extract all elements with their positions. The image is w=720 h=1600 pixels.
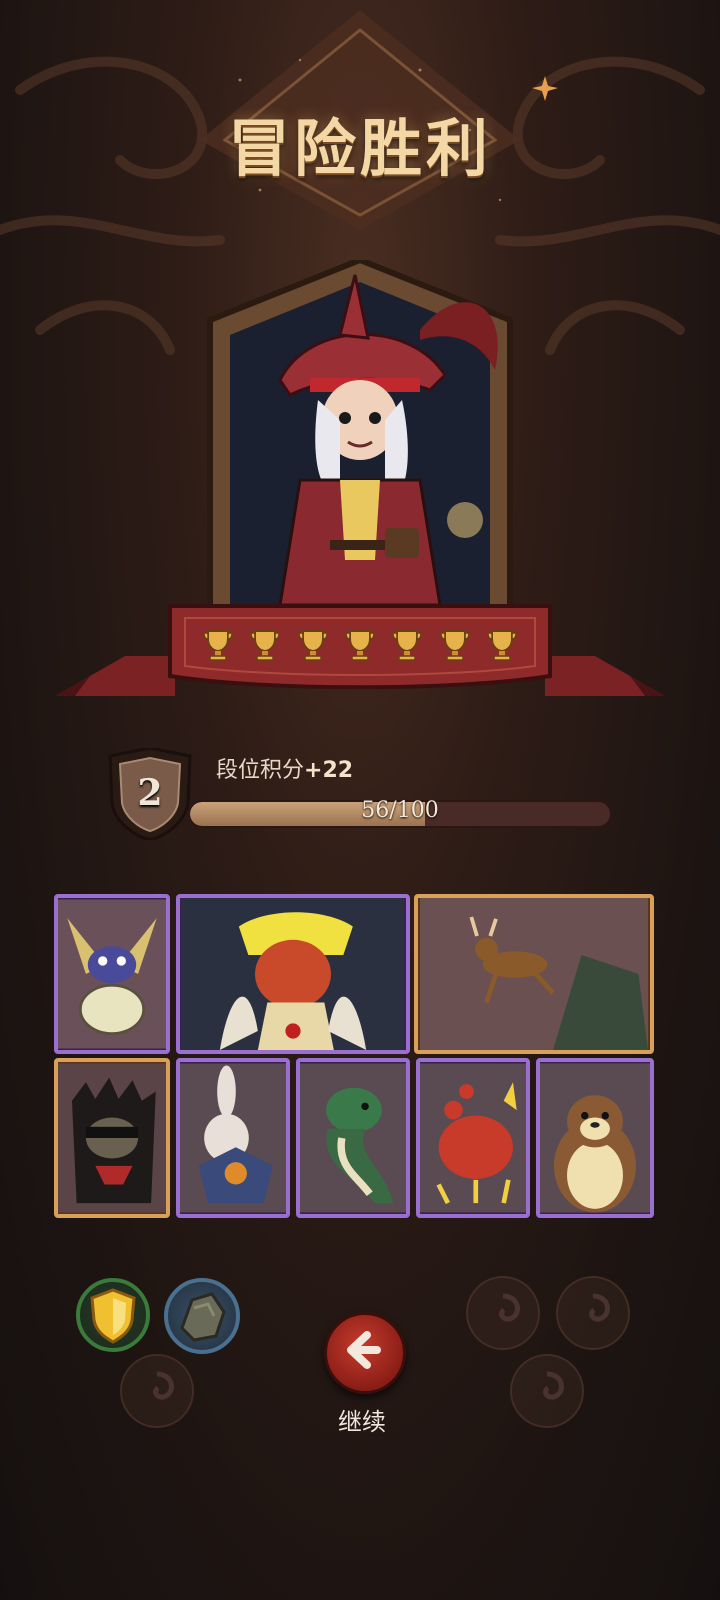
crab-icon — [420, 1063, 526, 1213]
empty-relic-slot-icon — [589, 1293, 610, 1322]
empty-relic-slot-icon — [499, 1293, 520, 1322]
arrow-left-icon — [347, 1331, 381, 1369]
continue-button[interactable] — [324, 1312, 406, 1394]
empty-relic-slot — [466, 1276, 540, 1350]
otter-card[interactable] — [536, 1058, 654, 1218]
trophy-icon — [439, 630, 470, 661]
scarecrow-rabbit-icon — [180, 1063, 286, 1213]
scarecrow-rabbit-card[interactable] — [176, 1058, 290, 1218]
stone-relic-icon — [180, 1292, 226, 1342]
trophy-row — [200, 624, 520, 666]
trophy-icon — [297, 630, 328, 661]
beetle-bug-icon — [58, 899, 166, 1049]
empty-relic-slot-icon — [153, 1371, 174, 1400]
trophy-icon — [345, 630, 375, 661]
hedgehog-bandit-icon — [58, 1063, 166, 1213]
empty-relic-slot-icon — [543, 1371, 564, 1400]
continue-label: 继续 — [338, 1408, 386, 1436]
empty-relic-slot — [510, 1354, 584, 1428]
snake-card[interactable] — [296, 1058, 410, 1218]
stone-relic[interactable] — [164, 1278, 240, 1354]
empty-relic-slot — [556, 1276, 630, 1350]
dragon-king-card[interactable] — [176, 894, 410, 1054]
rank-level: 2 — [137, 772, 163, 814]
snake-icon — [300, 1063, 406, 1213]
crab-card[interactable] — [416, 1058, 530, 1218]
pirate-hero-portrait — [207, 260, 513, 613]
dragon-king-icon — [181, 898, 405, 1050]
trophy-icon — [250, 630, 281, 661]
trophy-icon — [487, 630, 517, 661]
beetle-bug-card[interactable] — [54, 894, 170, 1054]
empty-relic-slot — [120, 1354, 194, 1428]
rank-points-label: 段位积分+22 — [216, 758, 354, 783]
deer-leap-icon — [420, 898, 648, 1050]
hedgehog-bandit-card[interactable] — [54, 1058, 170, 1218]
victory-title: 冒险胜利 — [227, 112, 492, 185]
gold-shield-relic[interactable] — [76, 1278, 150, 1352]
trophy-icon — [392, 630, 423, 661]
deer-leap-card[interactable] — [414, 894, 654, 1054]
gold-shield-icon — [90, 1288, 136, 1344]
otter-icon — [540, 1063, 650, 1213]
rank-progress-text: 56/100 — [361, 798, 439, 823]
trophy-icon — [203, 630, 233, 661]
